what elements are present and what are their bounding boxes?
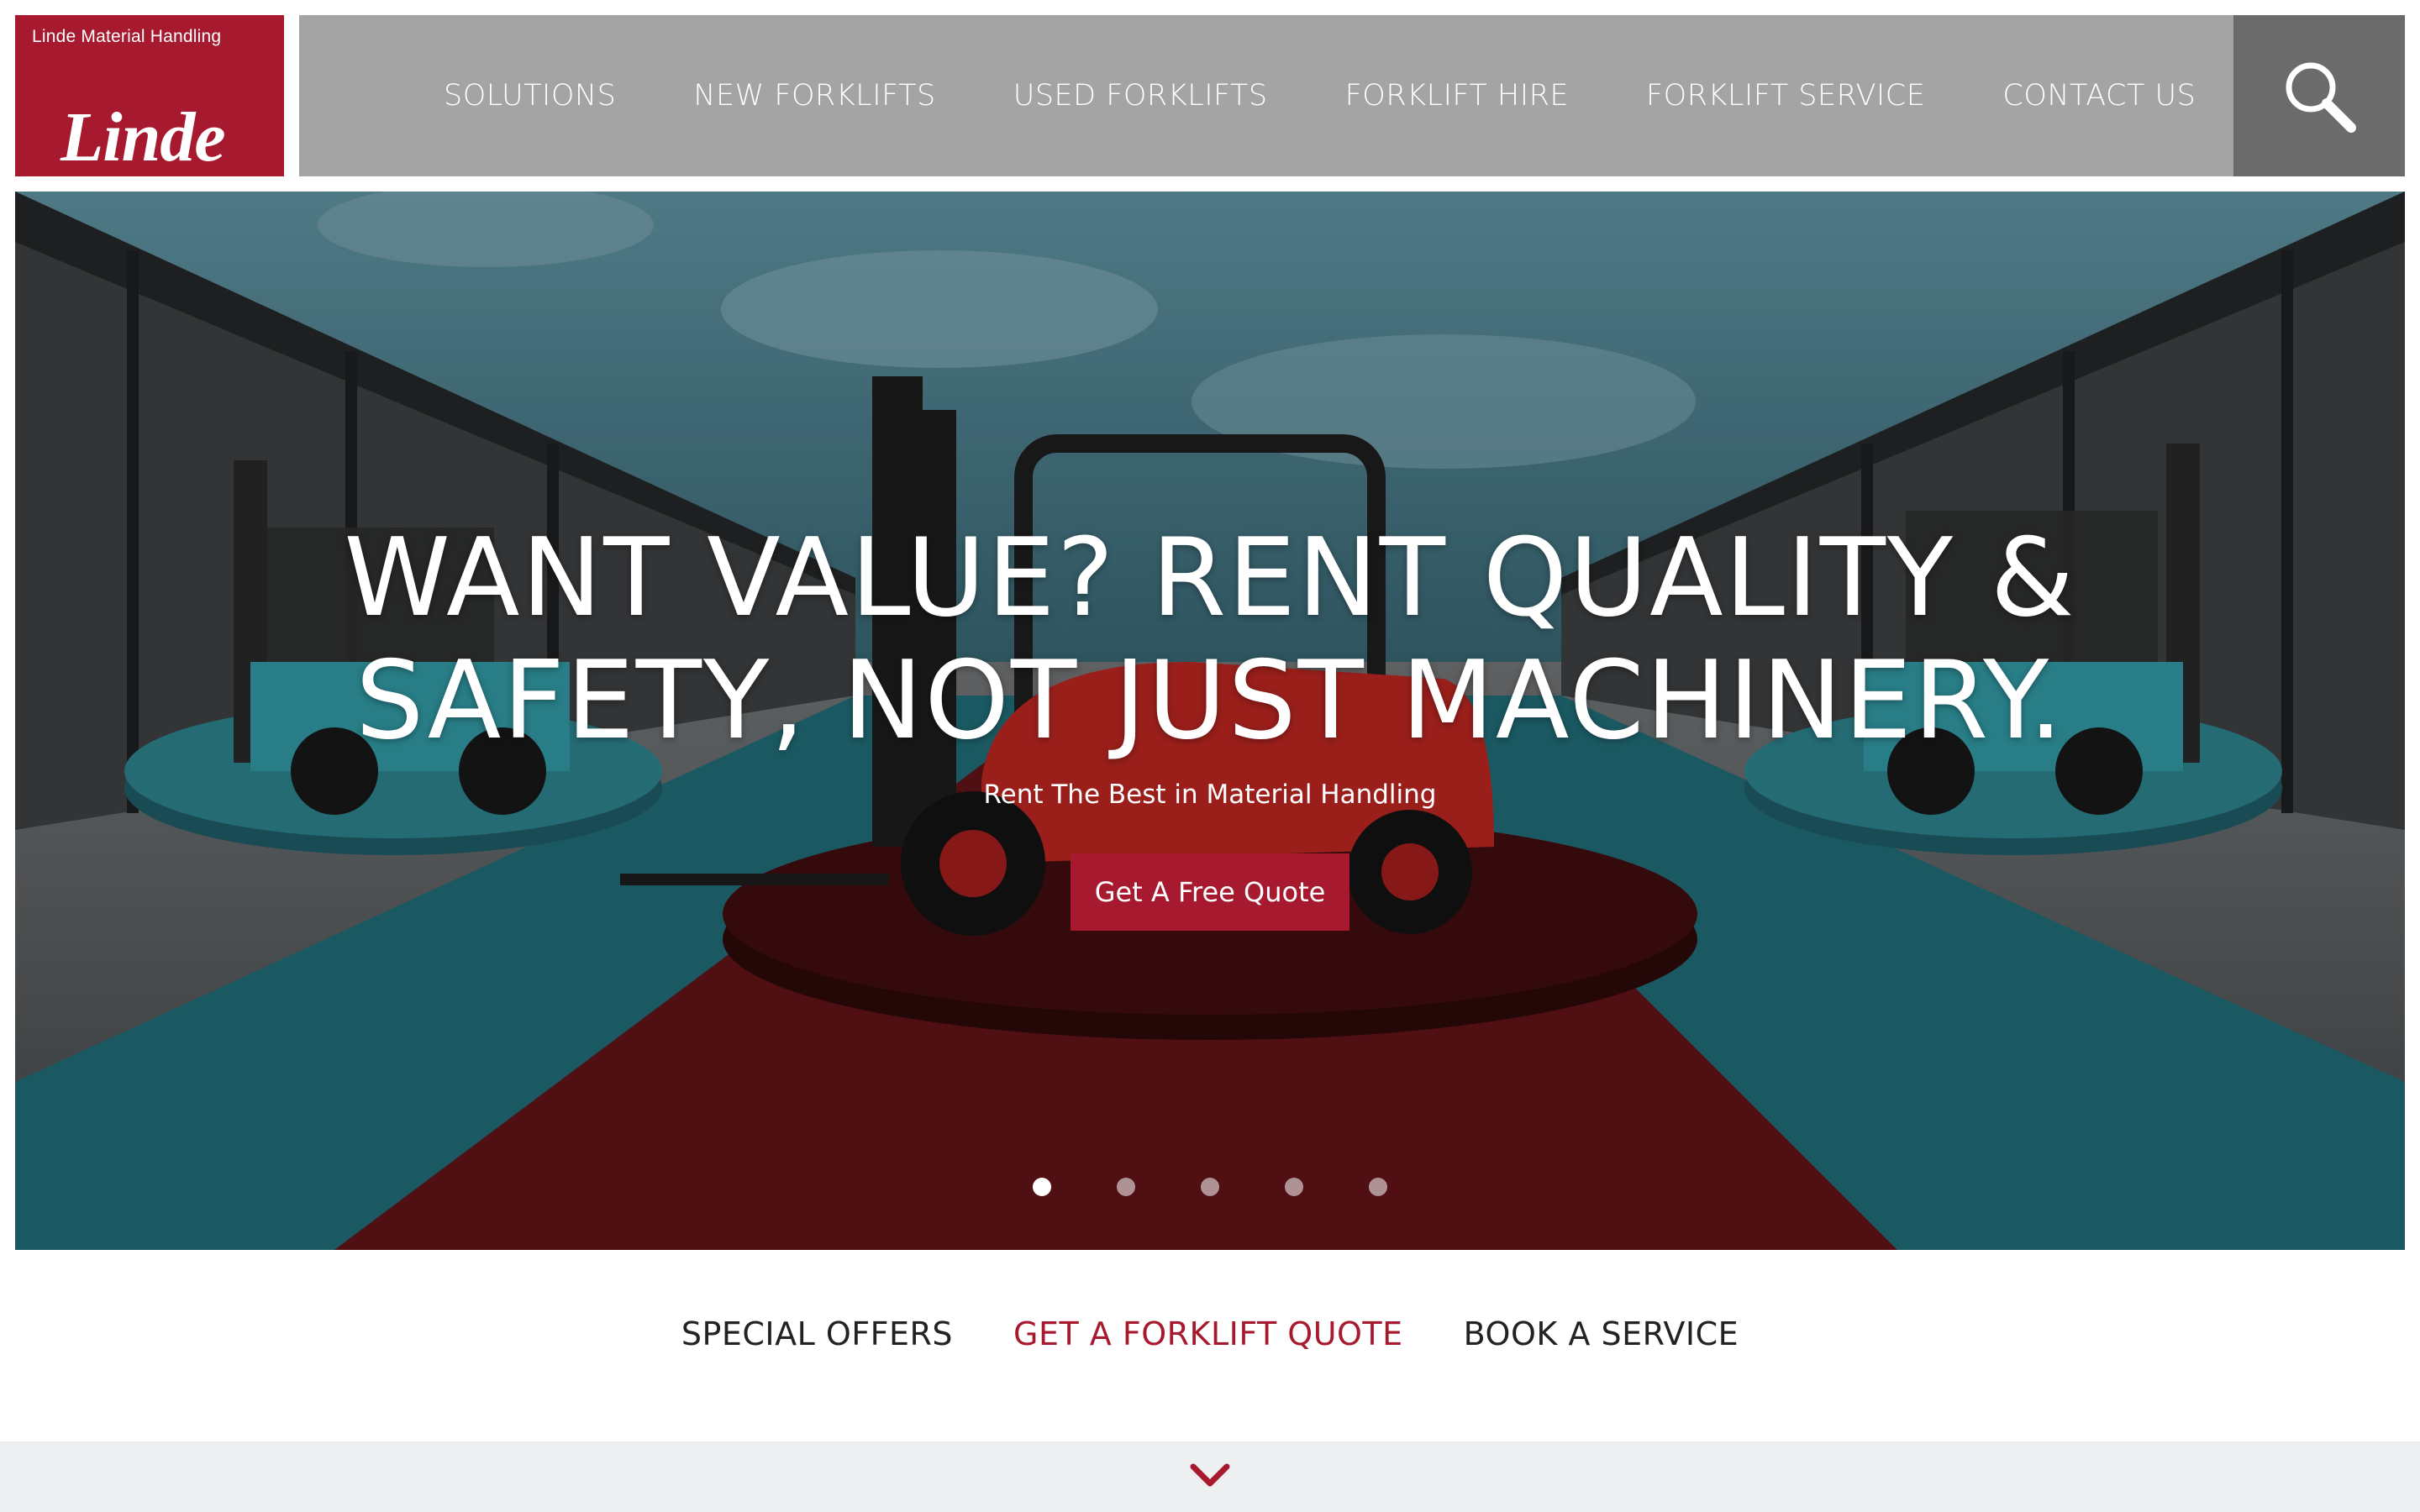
slider-pagination bbox=[15, 1178, 2405, 1196]
nav-item-forklift-service[interactable]: FORKLIFT SERVICE bbox=[1646, 79, 1925, 113]
nav-item-new-forklifts[interactable]: NEW FORKLIFTS bbox=[693, 79, 935, 113]
hero-headline-line-2: SAFETY, NOT JUST MACHINERY. bbox=[355, 638, 2065, 764]
book-a-service-link[interactable]: BOOK A SERVICE bbox=[1464, 1315, 1739, 1352]
nav-item-forklift-hire[interactable]: FORKLIFT HIRE bbox=[1345, 79, 1569, 113]
hero-headline: WANT VALUE? RENT QUALITY & SAFETY, NOT J… bbox=[15, 517, 2405, 763]
slider-dot-1[interactable] bbox=[1033, 1178, 1051, 1196]
brand-sub-label: Linde Material Handling bbox=[32, 27, 222, 46]
linde-logo[interactable]: Linde Material Handling Linde bbox=[15, 15, 284, 176]
slider-dot-5[interactable] bbox=[1369, 1178, 1387, 1196]
nav-item-contact-us[interactable]: CONTACT US bbox=[2002, 79, 2196, 113]
search-button[interactable] bbox=[2233, 15, 2405, 176]
quick-links: SPECIAL OFFERS GET A FORKLIFT QUOTE BOOK… bbox=[0, 1315, 2420, 1352]
hero-slider: WANT VALUE? RENT QUALITY & SAFETY, NOT J… bbox=[15, 192, 2405, 1250]
search-icon bbox=[2286, 62, 2356, 133]
main-navigation: SOLUTIONS NEW FORKLIFTS USED FORKLIFTS F… bbox=[299, 15, 2233, 176]
nav-item-solutions[interactable]: SOLUTIONS bbox=[444, 79, 616, 113]
get-free-quote-button[interactable]: Get A Free Quote bbox=[1071, 853, 1349, 931]
get-forklift-quote-link[interactable]: GET A FORKLIFT QUOTE bbox=[1013, 1315, 1403, 1352]
brand-logo-text: Linde bbox=[60, 98, 226, 176]
chevron-down-icon[interactable] bbox=[1190, 1463, 1230, 1488]
slider-dot-4[interactable] bbox=[1285, 1178, 1303, 1196]
hero-subtitle: Rent The Best in Material Handling bbox=[983, 780, 1437, 810]
slider-dot-2[interactable] bbox=[1117, 1178, 1135, 1196]
slider-dot-3[interactable] bbox=[1201, 1178, 1219, 1196]
nav-item-used-forklifts[interactable]: USED FORKLIFTS bbox=[1013, 79, 1268, 113]
special-offers-link[interactable]: SPECIAL OFFERS bbox=[681, 1315, 953, 1352]
hero-headline-line-1: WANT VALUE? RENT QUALITY & bbox=[344, 516, 2076, 641]
